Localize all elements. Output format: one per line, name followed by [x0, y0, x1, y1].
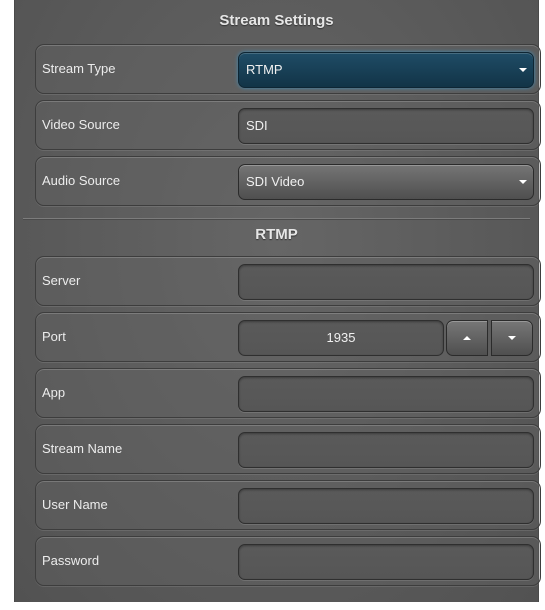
stream-type-row: Stream Type RTMP	[35, 44, 541, 94]
stream-type-value: RTMP	[246, 62, 283, 77]
port-input[interactable]: 1935	[238, 320, 444, 356]
stream-name-row: Stream Name	[35, 424, 541, 474]
rtmp-section-title: RTMP	[255, 226, 298, 243]
user-name-input[interactable]	[238, 488, 534, 524]
section-divider	[23, 218, 530, 220]
video-source-label: Video Source	[42, 117, 120, 132]
port-label: Port	[42, 329, 66, 344]
user-name-label: User Name	[42, 497, 108, 512]
triangle-up-icon	[463, 336, 471, 340]
port-stepper	[446, 320, 534, 356]
video-source-row: Video Source SDI	[35, 100, 541, 150]
audio-source-row: Audio Source SDI Video	[35, 156, 541, 206]
chevron-down-icon	[519, 180, 527, 184]
video-source-field[interactable]: SDI	[238, 108, 534, 144]
chevron-down-icon	[519, 68, 527, 72]
user-name-row: User Name	[35, 480, 541, 530]
stream-name-label: Stream Name	[42, 441, 123, 456]
port-decrement-button[interactable]	[491, 320, 533, 356]
triangle-down-icon	[508, 336, 516, 340]
app-label: App	[42, 385, 66, 400]
port-increment-button[interactable]	[446, 320, 488, 356]
stream-type-select[interactable]: RTMP	[238, 52, 534, 88]
port-row: Port 1935	[35, 312, 541, 362]
stream-settings-title: Stream Settings	[219, 12, 334, 29]
stream-settings-panel: Stream Settings Stream Type RTMP Video S…	[14, 0, 541, 602]
server-input[interactable]	[238, 264, 534, 300]
app-row: App	[35, 368, 541, 418]
audio-source-label: Audio Source	[42, 173, 121, 188]
password-label: Password	[42, 553, 100, 568]
app-input[interactable]	[238, 376, 534, 412]
server-row: Server	[35, 256, 541, 306]
audio-source-value: SDI Video	[246, 174, 305, 189]
audio-source-select[interactable]: SDI Video	[238, 164, 534, 200]
video-source-value: SDI	[246, 118, 268, 133]
server-label: Server	[42, 273, 81, 288]
stream-type-label: Stream Type	[42, 61, 116, 76]
password-row: Password	[35, 536, 541, 586]
stream-name-input[interactable]	[238, 432, 534, 468]
password-input[interactable]	[238, 544, 534, 580]
